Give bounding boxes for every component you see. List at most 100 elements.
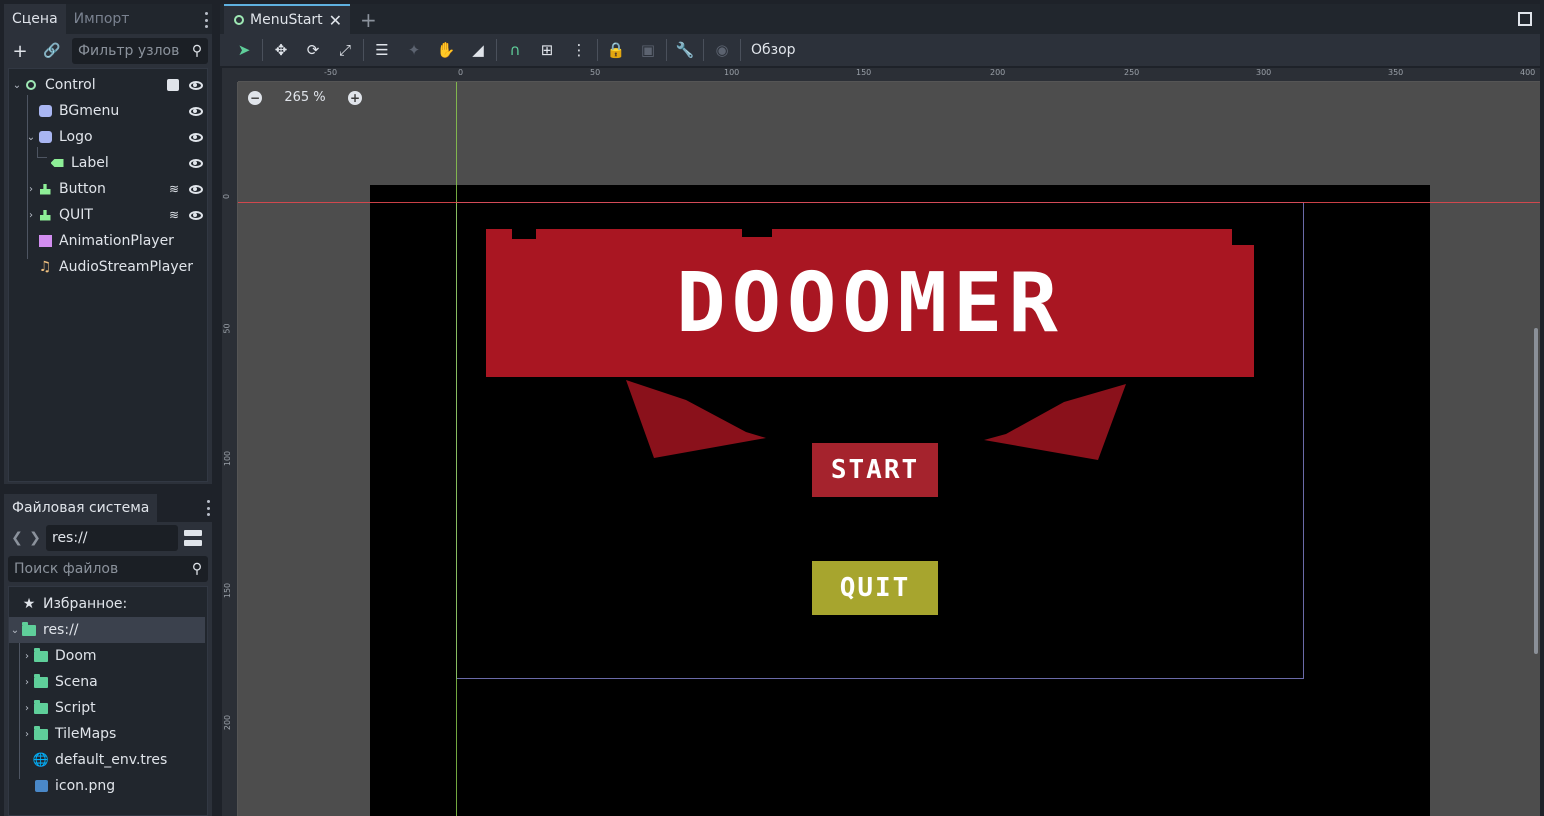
- file-icon-png[interactable]: icon.png: [21, 773, 207, 799]
- collapse-arrow-icon[interactable]: ⌄: [9, 625, 21, 636]
- folder-scena[interactable]: › Scena: [21, 669, 207, 695]
- zoom-level[interactable]: 265 %: [272, 90, 338, 105]
- grid-snap-icon[interactable]: ⊞: [531, 36, 563, 64]
- folder-icon: [33, 647, 49, 663]
- signal-icon[interactable]: ≋: [169, 208, 179, 222]
- tree-node-control[interactable]: ⌄ Control: [11, 72, 209, 98]
- node-filter-input[interactable]: Фильтр узлов ⚲: [72, 38, 208, 64]
- bone-icon[interactable]: 🔧: [669, 36, 701, 64]
- list-select-icon[interactable]: ☰: [366, 36, 398, 64]
- visibility-eye-icon[interactable]: [189, 184, 203, 194]
- folder-icon: [21, 621, 37, 637]
- expand-arrow-icon[interactable]: ›: [25, 184, 37, 195]
- vertical-scrollbar[interactable]: [1534, 328, 1538, 654]
- scale-tool-icon[interactable]: ⤢: [329, 36, 361, 64]
- expand-arrow-icon[interactable]: ›: [21, 677, 33, 688]
- folder-res-root[interactable]: ⌄ res://: [9, 617, 205, 643]
- control-ring-icon: [23, 78, 39, 92]
- star-icon: ★: [22, 596, 36, 612]
- move-tool-icon[interactable]: ✥: [265, 36, 297, 64]
- folder-label: res://: [43, 622, 79, 638]
- tree-node-audiostreamplayer[interactable]: ♫ AudioStreamPlayer: [25, 254, 209, 280]
- x-axis-guide: [238, 202, 1540, 203]
- left-ruler: 0 50 100 150 200: [222, 68, 238, 816]
- scene-tab-menustart[interactable]: MenuStart ✕: [224, 4, 350, 34]
- view-mode-icon[interactable]: [184, 530, 202, 546]
- fullscreen-icon[interactable]: [1518, 12, 1532, 26]
- expand-arrow-icon[interactable]: ›: [21, 729, 33, 740]
- node-filter-placeholder: Фильтр узлов: [78, 43, 180, 59]
- tree-node-bgmenu[interactable]: BGmenu: [25, 98, 209, 124]
- ruler-tool-icon[interactable]: ◢: [462, 36, 494, 64]
- control-ring-icon: [234, 15, 244, 25]
- folder-doom[interactable]: › Doom: [21, 643, 207, 669]
- collapse-arrow-icon[interactable]: ⌄: [25, 132, 37, 143]
- folder-tilemaps[interactable]: › TileMaps: [21, 721, 207, 747]
- file-label: icon.png: [55, 778, 116, 794]
- canvas-viewport[interactable]: DOOOMER START QUIT -50 0 50 100 150 200 …: [222, 68, 1540, 816]
- lock-icon[interactable]: 🔒: [600, 36, 632, 64]
- expand-arrow-icon[interactable]: ›: [21, 651, 33, 662]
- texture-rect-icon: [37, 130, 53, 144]
- visibility-eye-icon[interactable]: [189, 132, 203, 142]
- left-dock: Сцена Импорт + 🔗 Фильтр узлов ⚲ ⌄ Contro…: [0, 0, 216, 816]
- label-icon: [49, 156, 65, 170]
- back-arrow-icon[interactable]: ❮: [8, 530, 26, 546]
- folder-icon: [33, 673, 49, 689]
- pivot-tool-icon[interactable]: ✦: [398, 36, 430, 64]
- script-icon[interactable]: [167, 79, 179, 91]
- scene-panel-menu-icon[interactable]: [204, 12, 208, 28]
- visibility-eye-icon[interactable]: [189, 80, 203, 90]
- tree-node-label[interactable]: Label: [37, 150, 209, 176]
- file-default-env[interactable]: 🌐 default_env.tres: [21, 747, 207, 773]
- canvas-toolbar: ➤ ✥ ⟳ ⤢ ☰ ✦ ✋ ◢ ∩ ⊞ ⋮ 🔒 ▣ 🔧 ◉ Обзор: [220, 34, 1540, 66]
- texture-rect-icon: [37, 104, 53, 118]
- tab-filesystem[interactable]: Файловая система: [4, 494, 158, 522]
- file-search-placeholder: Поиск файлов: [14, 561, 119, 577]
- select-tool-icon[interactable]: ➤: [228, 36, 260, 64]
- close-icon[interactable]: ✕: [329, 11, 342, 30]
- folder-script[interactable]: › Script: [21, 695, 207, 721]
- camera-icon[interactable]: ◉: [706, 36, 738, 64]
- add-tab-icon[interactable]: +: [360, 8, 377, 32]
- tree-node-logo[interactable]: ⌄ Logo: [25, 124, 209, 150]
- view-menu[interactable]: Обзор: [751, 42, 796, 58]
- group-icon[interactable]: ▣: [632, 36, 664, 64]
- search-icon: ⚲: [191, 43, 203, 59]
- node-label: Label: [71, 155, 109, 171]
- file-search-input[interactable]: Поиск файлов ⚲: [8, 556, 208, 582]
- add-node-icon[interactable]: +: [8, 39, 32, 63]
- visibility-eye-icon[interactable]: [189, 210, 203, 220]
- signal-icon[interactable]: ≋: [169, 182, 179, 196]
- audio-stream-icon: ♫: [38, 259, 52, 275]
- expand-arrow-icon[interactable]: ›: [25, 210, 37, 221]
- tab-import[interactable]: Импорт: [66, 4, 138, 34]
- visibility-eye-icon[interactable]: [189, 106, 203, 116]
- visibility-eye-icon[interactable]: [189, 158, 203, 168]
- link-icon[interactable]: 🔗: [40, 39, 64, 63]
- node-label: Control: [45, 77, 96, 93]
- favorites-row[interactable]: ★ Избранное:: [9, 591, 207, 617]
- tree-node-quit[interactable]: › QUIT ≋: [25, 202, 209, 228]
- scene-panel: Сцена Импорт + 🔗 Фильтр узлов ⚲ ⌄ Contro…: [0, 0, 216, 488]
- zoom-in-icon[interactable]: +: [348, 90, 362, 105]
- path-row: ❮ ❯ res://: [8, 524, 208, 552]
- tab-scene[interactable]: Сцена: [4, 4, 66, 34]
- tree-node-button[interactable]: › Button ≋: [25, 176, 209, 202]
- zoom-out-icon[interactable]: −: [248, 90, 262, 105]
- file-tree: ★ Избранное: ⌄ res:// › Doom › Scena › S…: [8, 586, 208, 816]
- main-editor: MenuStart ✕ + ➤ ✥ ⟳ ⤢ ☰ ✦ ✋ ◢ ∩ ⊞ ⋮ 🔒 ▣ …: [216, 0, 1544, 816]
- node-label: Logo: [59, 129, 93, 145]
- folder-label: Scena: [55, 674, 98, 690]
- tree-node-animationplayer[interactable]: AnimationPlayer: [25, 228, 209, 254]
- forward-arrow-icon[interactable]: ❯: [26, 530, 44, 546]
- snap-options-icon[interactable]: ⋮: [563, 36, 595, 64]
- folder-icon: [33, 725, 49, 741]
- snap-icon[interactable]: ∩: [499, 36, 531, 64]
- pan-tool-icon[interactable]: ✋: [430, 36, 462, 64]
- rotate-tool-icon[interactable]: ⟳: [297, 36, 329, 64]
- filesystem-menu-icon[interactable]: [206, 500, 210, 516]
- path-input[interactable]: res://: [46, 525, 178, 551]
- expand-arrow-icon[interactable]: ›: [21, 703, 33, 714]
- collapse-arrow-icon[interactable]: ⌄: [11, 80, 23, 91]
